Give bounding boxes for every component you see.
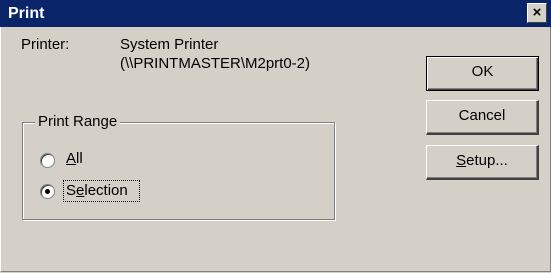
close-icon: × [532, 4, 542, 21]
setup-label-rest: etup... [466, 152, 508, 169]
cancel-button[interactable]: Cancel [426, 100, 539, 135]
printer-name: System Printer [120, 36, 219, 53]
close-button[interactable]: × [527, 3, 547, 23]
selection-label-pre: S [66, 182, 77, 199]
all-label-rest: ll [76, 150, 83, 167]
title-bar [0, 0, 551, 27]
selected-dot [45, 189, 50, 194]
all-radio-label[interactable]: All [66, 150, 83, 168]
setup-accel: S [456, 152, 467, 169]
ok-button[interactable]: OK [426, 56, 539, 91]
selection-radio-label[interactable]: Selection [66, 182, 128, 200]
all-accel: A [66, 150, 77, 167]
setup-button[interactable]: Setup... [426, 145, 539, 180]
selection-radio[interactable] [40, 184, 55, 199]
printer-label: Printer: [21, 36, 70, 53]
selection-label-rest: lection [84, 182, 128, 199]
window-title: Print [8, 5, 45, 22]
print-range-legend: Print Range [35, 113, 121, 131]
all-radio[interactable] [40, 153, 55, 168]
print-range-group [22, 122, 335, 220]
printer-path: (\\PRINTMASTER\M2prt0-2) [120, 55, 311, 72]
